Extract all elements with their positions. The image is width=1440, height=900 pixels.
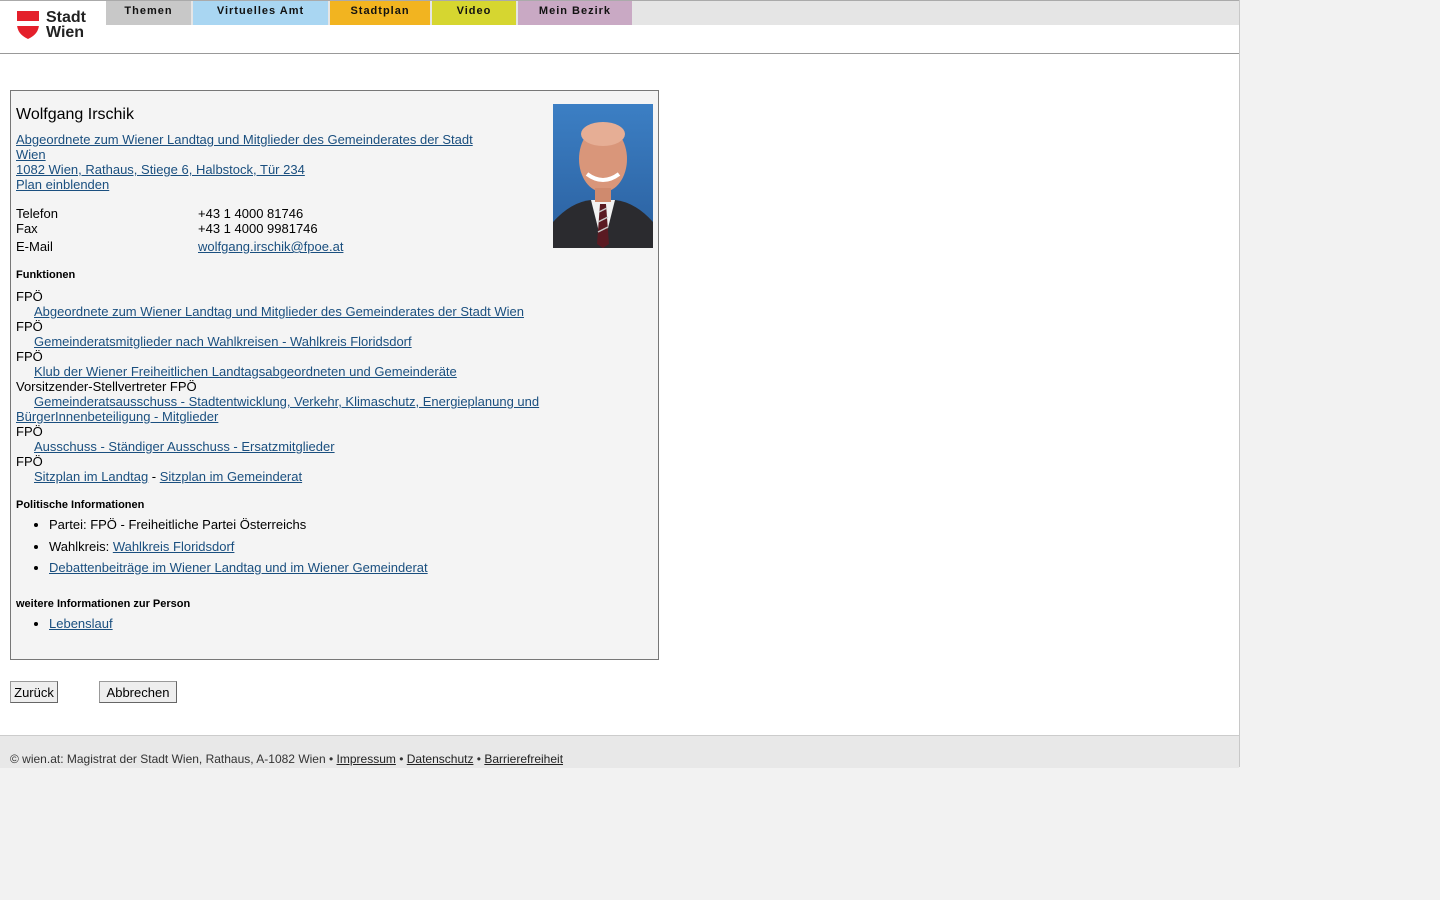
separator: -	[148, 469, 160, 484]
function-party: FPÖ	[16, 319, 43, 334]
role-link-line-1[interactable]: Abgeordnete zum Wiener Landtag und Mitgl…	[16, 132, 473, 147]
impressum-link[interactable]: Impressum	[337, 752, 396, 766]
copyright-text: © wien.at: Magistrat der Stadt Wien, Rat…	[10, 752, 326, 766]
logo-text: Stadt Wien	[46, 9, 86, 41]
tab-mein-bezirk[interactable]: Mein Bezirk	[518, 1, 632, 25]
cancel-button[interactable]: Abbrechen	[99, 681, 177, 703]
role-link-line-2[interactable]: Wien	[16, 147, 46, 162]
function-link[interactable]: Abgeordnete zum Wiener Landtag und Mitgl…	[34, 304, 524, 319]
phone-value: +43 1 4000 81746	[198, 206, 304, 221]
function-link-line-1[interactable]: Gemeinderatsausschuss - Stadtentwicklung…	[34, 394, 539, 409]
logo-line-1: Stadt	[46, 9, 86, 26]
person-details-box: Wolfgang Irschik Abgeordnete zum Wiener …	[10, 90, 659, 660]
seating-plan-links: Sitzplan im Landtag - Sitzplan im Gemein…	[34, 469, 302, 484]
footer-separator: •	[325, 752, 337, 766]
logo-line-2: Wien	[46, 24, 85, 41]
funktionen-heading: Funktionen	[16, 269, 76, 281]
function-link-line-2[interactable]: BürgerInnenbeteiligung - Mitglieder	[16, 409, 218, 424]
cv-link[interactable]: Lebenslauf	[49, 616, 113, 631]
phone-label: Telefon	[16, 206, 58, 221]
party-value: FPÖ - Freiheitliche Partei Österreichs	[90, 517, 307, 532]
function-link[interactable]: Gemeinderatsmitglieder nach Wahlkreisen …	[34, 334, 412, 349]
fax-value: +43 1 4000 9981746	[198, 221, 318, 236]
accessibility-link[interactable]: Barrierefreiheit	[484, 752, 563, 766]
list-item: Partei: FPÖ - Freiheitliche Partei Öster…	[49, 515, 428, 537]
function-link[interactable]: Ausschuss - Ständiger Ausschuss - Ersatz…	[34, 439, 335, 454]
show-plan-link[interactable]: Plan einblenden	[16, 177, 109, 192]
further-info-list: Lebenslauf	[16, 614, 113, 636]
fax-label: Fax	[16, 221, 38, 236]
function-party: Vorsitzender-Stellvertreter FPÖ	[16, 379, 197, 394]
tab-stadtplan[interactable]: Stadtplan	[330, 1, 430, 25]
page: Stadt Wien Themen Virtuelles Amt Stadtpl…	[0, 0, 1240, 768]
party-label: Partei:	[49, 517, 91, 532]
wien-shield-icon	[17, 11, 39, 39]
person-name: Wolfgang Irschik	[16, 106, 134, 123]
address-link[interactable]: 1082 Wien, Rathaus, Stiege 6, Halbstock,…	[16, 162, 305, 177]
portrait-photo	[553, 104, 653, 248]
function-party: FPÖ	[16, 349, 43, 364]
function-party: FPÖ	[16, 289, 43, 304]
function-party: FPÖ	[16, 454, 43, 469]
tab-virtuelles-amt[interactable]: Virtuelles Amt	[193, 1, 328, 25]
wahlkreis-label: Wahlkreis:	[49, 538, 113, 554]
function-party: FPÖ	[16, 424, 43, 439]
privacy-link[interactable]: Datenschutz	[407, 752, 474, 766]
function-link[interactable]: Klub der Wiener Freiheitlichen Landtagsa…	[34, 364, 457, 379]
list-item: Lebenslauf	[49, 614, 113, 636]
debates-link[interactable]: Debattenbeiträge im Wiener Landtag und i…	[49, 560, 428, 575]
back-button[interactable]: Zurück	[10, 681, 58, 703]
footer-separator: •	[395, 752, 407, 766]
email-link[interactable]: wolfgang.irschik@fpoe.at	[198, 239, 343, 254]
email-label: E-Mail	[16, 239, 53, 254]
stadt-wien-logo[interactable]: Stadt Wien	[16, 10, 96, 42]
footer-separator: •	[473, 752, 485, 766]
list-item: Debattenbeiträge im Wiener Landtag und i…	[49, 558, 428, 580]
site-header: Stadt Wien Themen Virtuelles Amt Stadtpl…	[0, 0, 1239, 54]
political-info-list: Partei: FPÖ - Freiheitliche Partei Öster…	[16, 515, 428, 580]
seating-plan-gemeinderat-link[interactable]: Sitzplan im Gemeinderat	[160, 469, 302, 484]
seating-plan-landtag-link[interactable]: Sitzplan im Landtag	[34, 469, 148, 484]
wahlkreis-link[interactable]: Wahlkreis Floridsdorf	[113, 539, 235, 554]
site-footer: © wien.at: Magistrat der Stadt Wien, Rat…	[0, 735, 1239, 768]
political-info-heading: Politische Informationen	[16, 499, 145, 511]
tab-themen[interactable]: Themen	[106, 1, 191, 25]
tab-video[interactable]: Video	[432, 1, 516, 25]
further-info-heading: weitere Informationen zur Person	[16, 598, 191, 610]
footer-line: © wien.at: Magistrat der Stadt Wien, Rat…	[10, 752, 563, 766]
list-item: Wahlkreis: Wahlkreis Floridsdorf	[49, 537, 428, 559]
